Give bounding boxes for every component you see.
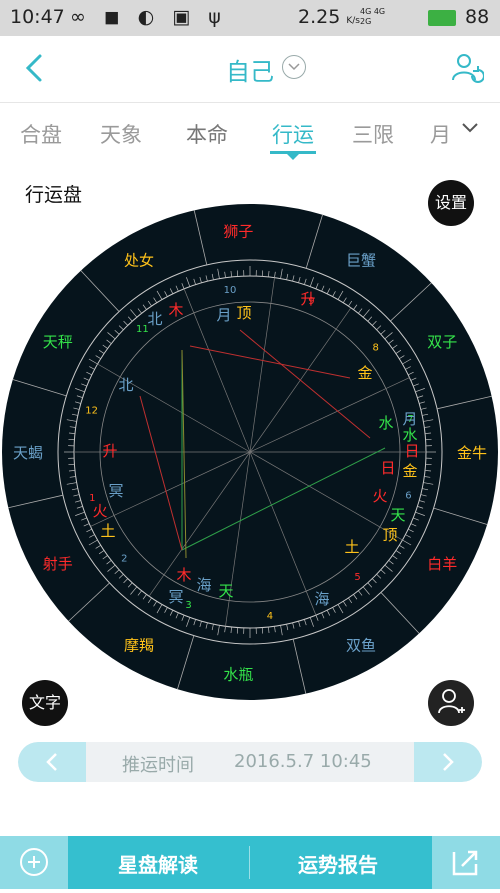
planet-glyph: 土 bbox=[344, 538, 359, 556]
planet-glyph: 顶 bbox=[382, 526, 397, 544]
house-number: 10 bbox=[224, 285, 237, 296]
transit-time-bar: 推运时间 2016.5.7 10:45 bbox=[18, 742, 482, 782]
planet-glyph: 海 bbox=[314, 590, 329, 608]
astrology-wheel[interactable]: 狮子巨蟹双子金牛白羊双鱼水瓶摩羯射手天蝎天秤处女 123456789101112… bbox=[0, 200, 500, 705]
chevron-down-icon[interactable] bbox=[282, 55, 306, 79]
battery-level: 88 bbox=[465, 6, 489, 28]
tab-month[interactable]: 月 bbox=[430, 119, 451, 149]
tab-tertiary[interactable]: 三限 bbox=[352, 119, 394, 149]
planet-glyph: 月 bbox=[402, 410, 417, 428]
planet-glyph: 日 bbox=[404, 442, 419, 460]
bottom-action-bar: 星盘解读 运势报告 bbox=[0, 836, 500, 889]
logo-button[interactable] bbox=[0, 836, 68, 889]
house-number: 12 bbox=[85, 406, 98, 417]
planet-glyph: 升 bbox=[102, 442, 117, 460]
back-chevron-icon[interactable] bbox=[18, 50, 54, 86]
house-number: 3 bbox=[185, 600, 191, 611]
planet-glyph: 月 bbox=[216, 306, 231, 324]
tab-synastry[interactable]: 合盘 bbox=[20, 119, 62, 149]
planet-glyph: 顶 bbox=[236, 304, 251, 322]
switch-profile-icon[interactable] bbox=[448, 50, 484, 86]
add-person-icon bbox=[428, 680, 474, 726]
sign-label: 白羊 bbox=[427, 555, 457, 573]
house-number: 6 bbox=[405, 490, 411, 501]
signal-indicator: 4G 4G 2G bbox=[360, 7, 385, 27]
previous-time-button[interactable] bbox=[18, 742, 86, 782]
settings-button[interactable]: 设置 bbox=[428, 180, 474, 226]
planet-glyph: 火 bbox=[372, 487, 387, 505]
network-speed: 2.25 K/s bbox=[298, 6, 360, 28]
share-button[interactable] bbox=[432, 836, 500, 889]
network-type-top: 4G 4G bbox=[360, 7, 385, 16]
planet-glyph: 冥 bbox=[108, 482, 123, 500]
planet-glyph: 北 bbox=[147, 310, 162, 328]
tab-natal[interactable]: 本命 bbox=[186, 119, 228, 149]
sign-label: 天蝎 bbox=[13, 444, 43, 462]
chevron-right-icon bbox=[438, 742, 458, 782]
planet-glyph: 冥 bbox=[168, 588, 183, 606]
planet-glyph: 金 bbox=[357, 364, 372, 382]
planet-glyph: 天 bbox=[390, 506, 405, 524]
house-number: 2 bbox=[121, 553, 127, 564]
transit-time-value[interactable]: 2016.5.7 10:45 bbox=[234, 751, 372, 772]
add-person-button[interactable] bbox=[428, 680, 474, 726]
house-number: 5 bbox=[354, 572, 360, 583]
notification-icons: ∞ ◼ ◐ ▣ ψ bbox=[70, 6, 227, 28]
active-tab-caret bbox=[287, 154, 299, 160]
chart-interpretation-button[interactable]: 星盘解读 bbox=[118, 849, 198, 878]
sign-label: 双子 bbox=[427, 333, 457, 351]
planet-glyph: 水 bbox=[378, 414, 393, 432]
divider bbox=[249, 846, 250, 879]
house-number: 8 bbox=[372, 343, 378, 354]
planet-glyph: 木 bbox=[176, 566, 191, 584]
network-speed-value: 2.25 bbox=[298, 6, 340, 28]
sign-label: 金牛 bbox=[457, 444, 487, 462]
sign-label: 天秤 bbox=[43, 333, 73, 351]
sign-label: 双鱼 bbox=[346, 636, 376, 654]
tab-transit[interactable]: 行运 bbox=[272, 119, 314, 149]
sign-label: 处女 bbox=[124, 252, 154, 270]
sign-label: 狮子 bbox=[223, 222, 253, 240]
share-icon bbox=[432, 836, 500, 889]
app-logo-icon bbox=[0, 836, 68, 889]
battery-icon bbox=[428, 10, 456, 26]
sign-label: 水瓶 bbox=[223, 666, 253, 684]
planet-glyph: 北 bbox=[118, 376, 133, 394]
planet-glyph: 金 bbox=[402, 462, 417, 480]
network-speed-unit: K/s bbox=[346, 16, 360, 26]
planet-glyph: 海 bbox=[196, 576, 211, 594]
planet-glyph: 升 bbox=[300, 290, 315, 308]
planet-glyph: 日 bbox=[380, 459, 395, 477]
planet-glyph: 火 bbox=[92, 502, 107, 520]
house-number: 4 bbox=[267, 611, 273, 622]
sign-label: 摩羯 bbox=[124, 636, 154, 654]
more-tabs-chevron-icon[interactable] bbox=[460, 117, 480, 142]
sign-label: 巨蟹 bbox=[346, 252, 376, 270]
chevron-left-icon bbox=[42, 742, 62, 782]
page-title[interactable]: 自己 bbox=[226, 52, 274, 87]
tab-sky[interactable]: 天象 bbox=[100, 119, 142, 149]
planet-glyph: 木 bbox=[168, 301, 183, 319]
network-type-bottom: 2G bbox=[360, 17, 371, 26]
text-button[interactable]: 文字 bbox=[22, 680, 68, 726]
status-bar: 10:47 ∞ ◼ ◐ ▣ ψ 2.25 K/s 4G 4G 2G 88 bbox=[0, 0, 500, 36]
chart-type-tabs: 合盘 天象 本命 行运 三限 月 bbox=[0, 103, 500, 163]
planet-glyph: 天 bbox=[218, 582, 233, 600]
nav-bar: 自己 bbox=[0, 36, 500, 103]
sign-label: 射手 bbox=[43, 555, 73, 573]
next-time-button[interactable] bbox=[414, 742, 482, 782]
planet-glyph: 土 bbox=[100, 522, 115, 540]
status-time: 10:47 bbox=[10, 6, 65, 28]
fortune-report-button[interactable]: 运势报告 bbox=[298, 849, 378, 878]
transit-time-label: 推运时间 bbox=[122, 751, 194, 777]
